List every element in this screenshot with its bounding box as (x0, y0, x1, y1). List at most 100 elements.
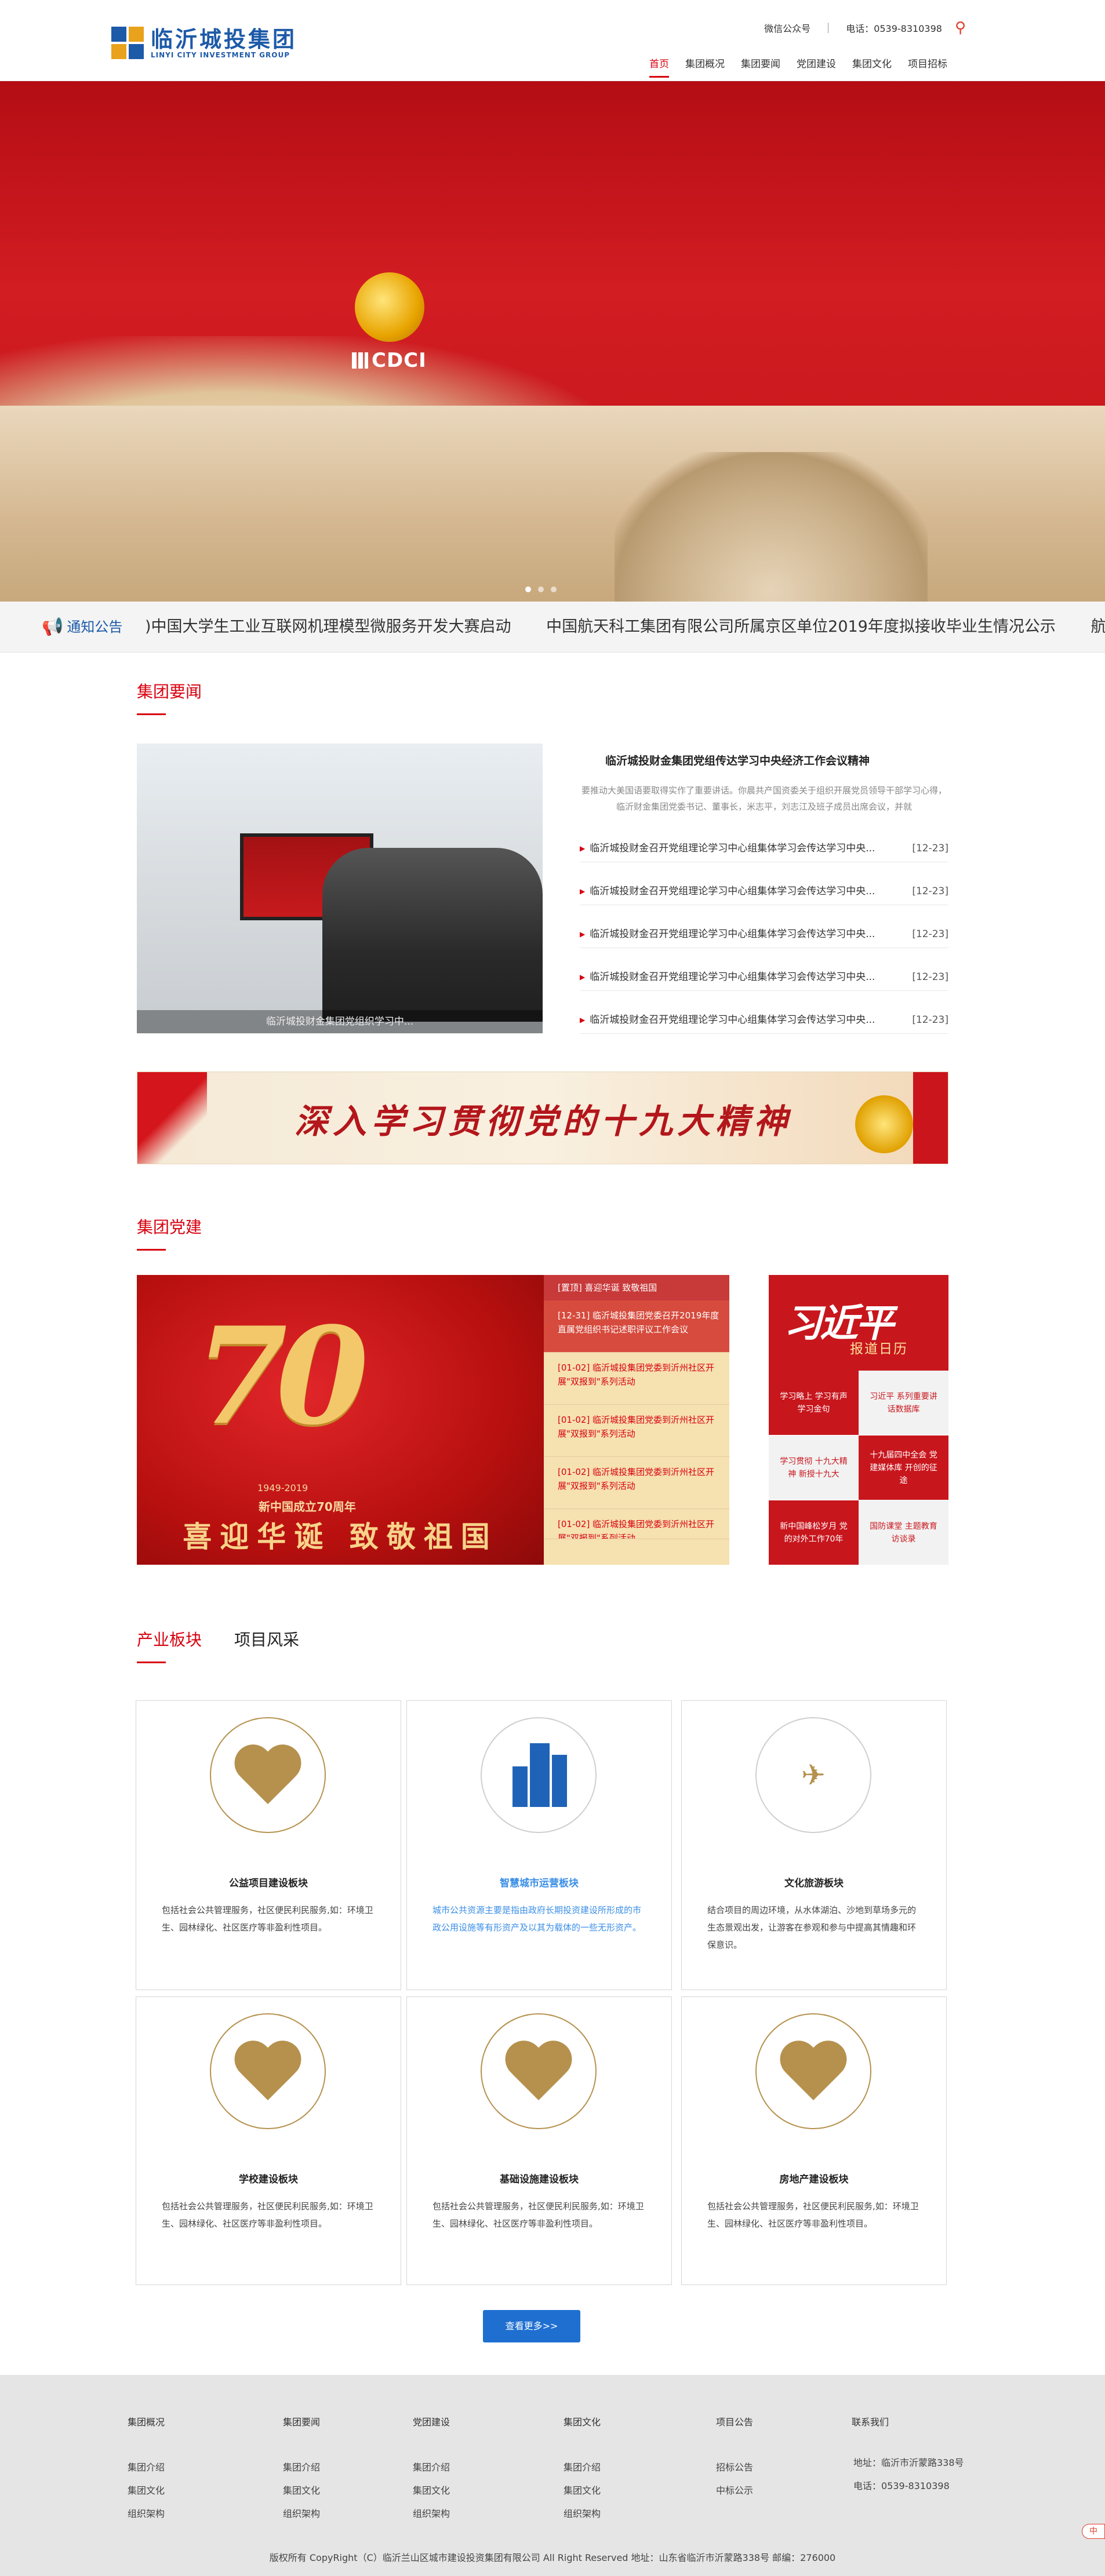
pager-dot[interactable] (551, 586, 557, 592)
notice-item[interactable]: 航天云网平台应用 (1091, 618, 1105, 636)
tab-projects[interactable]: 项目风采 (234, 1627, 299, 1650)
footer-column: 项目公告 招标公告 中标公示 (716, 2414, 753, 2502)
pager-dot[interactable] (525, 586, 531, 592)
industry-card[interactable]: 房地产建设板块 包括社会公共管理服务，社区便民利民服务,如：环境卫生、园林绿化、… (681, 1996, 947, 2285)
notice-item[interactable]: )中国大学生工业互联网机理模型微服务开发大赛启动 (145, 618, 511, 636)
party-emblem-icon (855, 1095, 913, 1153)
industry-card[interactable]: 公益项目建设板块 包括社会公共管理服务，社区便民利民服务,如：环境卫生、园林绿化… (136, 1700, 401, 1990)
news-list-item[interactable]: ▶ 临沂城投财金召开党组理论学习中心组集体学习会传达学习中央... [12-23] (580, 1006, 948, 1034)
pager-dot[interactable] (538, 586, 544, 592)
footer-link[interactable]: 集团介绍 (564, 2456, 601, 2479)
footer-link[interactable]: 组织架构 (564, 2502, 601, 2526)
xi-calendar-cell[interactable]: 国防课堂 主题教育访谈录 (859, 1500, 948, 1565)
banner-statue (615, 452, 928, 602)
footer-heading[interactable]: 项目公告 (716, 2414, 753, 2428)
slogan-text: 深入学习贯彻党的十九大精神 (294, 1102, 792, 1141)
footer-address: 地址：临沂市沂蒙路338号 (853, 2457, 964, 2468)
notice-label: 📢 通知公告 (42, 602, 122, 652)
bullet-icon: ▶ (580, 887, 586, 895)
party-list-head[interactable]: [置顶] 喜迎华诞 致敬祖国 (544, 1275, 729, 1300)
heart-logo-icon (210, 1717, 326, 1833)
footer-contact: 地址：临沂市沂蒙路338号 电话：0539-8310398 (853, 2451, 964, 2498)
view-more-button[interactable]: 查看更多>> (483, 2310, 580, 2342)
nav-item-overview[interactable]: 集团概况 (685, 56, 725, 78)
card-title: 基础设施建设板块 (500, 2174, 579, 2185)
footer-link[interactable]: 集团介绍 (413, 2456, 450, 2479)
party-poster[interactable]: 70 1949-2019 新中国成立70周年 喜迎华诞 致敬祖国 (137, 1275, 544, 1565)
card-title: 公益项目建设板块 (229, 1878, 308, 1889)
footer-column: 集团文化 集团介绍 集团文化 组织架构 (564, 2414, 601, 2526)
poster-motto: 喜迎华诞 致敬祖国 (183, 1520, 498, 1554)
nav-item-party[interactable]: 党团建设 (797, 56, 836, 78)
nav-item-culture[interactable]: 集团文化 (852, 56, 892, 78)
party-list-item[interactable]: [01-02] 临沂城投集团党委到沂州社区开展"双报到"系列活动 (544, 1457, 729, 1509)
footer-link[interactable]: 集团介绍 (283, 2456, 320, 2479)
tab-industry[interactable]: 产业板块 (137, 1627, 202, 1663)
tourism-icon: ✈ (755, 1717, 871, 1833)
hero-banner[interactable]: CDCI (0, 81, 1105, 602)
xi-calendar-cell[interactable]: 新中国峰松岁月 党的对外工作70年 (769, 1500, 859, 1565)
footer-link[interactable]: 招标公告 (716, 2456, 753, 2479)
news-list-item[interactable]: ▶ 临沂城投财金召开党组理论学习中心组集体学习会传达学习中央... [12-23] (580, 963, 948, 991)
party-list-item[interactable]: [01-02] 临沂城投集团党委到沂州社区开展"双报到"系列活动 (544, 1405, 729, 1457)
xi-calendar-cell[interactable]: 学习略上 学习有声 学习金句 (769, 1371, 859, 1435)
footer-link[interactable]: 集团文化 (128, 2479, 165, 2502)
nav-item-home[interactable]: 首页 (649, 56, 669, 78)
xi-calendar-header[interactable]: 习近平 报道日历 (769, 1275, 948, 1371)
card-desc: 结合项目的周边环境，从水体湖泊、沙地到草场多元的生态景观出发，让游客在参观和参与… (707, 1905, 917, 1950)
footer-link[interactable]: 组织架构 (413, 2502, 450, 2526)
phone-text: 电话：0539-8310398 (846, 23, 942, 34)
footer-phone: 电话：0539-8310398 (853, 2480, 950, 2491)
nav-item-news[interactable]: 集团要闻 (741, 56, 780, 78)
news-summary: 要推动大美国语要取得实作了重要讲话。你晨共产国资委关于组织开展党员领导干部学习心… (581, 785, 947, 812)
banner-brand: CDCI (352, 349, 427, 372)
wechat-link[interactable]: 微信公众号 (764, 21, 810, 35)
party-list-item[interactable]: [12-31] 临沂城投集团党委召开2019年度直属党组织书记述职评议工作会议 (544, 1300, 729, 1353)
footer-link[interactable]: 组织架构 (128, 2502, 165, 2526)
footer-heading[interactable]: 集团文化 (564, 2414, 601, 2428)
xi-calendar-cell[interactable]: 十九届四中全会 党建媒体库 开创的征途 (859, 1435, 948, 1500)
footer-link[interactable]: 组织架构 (283, 2502, 320, 2526)
card-desc: 城市公共资源主要是指由政府长期投资建设所形成的市政公用设施等有形资产及以其为载体… (432, 1905, 642, 1933)
xi-calendar-cell[interactable]: 学习贯彻 十九大精神 新授十九大 (769, 1435, 859, 1500)
footer-column: 集团概况 集团介绍 集团文化 组织架构 (128, 2414, 165, 2526)
footer-heading[interactable]: 联系我们 (852, 2414, 889, 2428)
photo-caption: 临沂城投财金集团党组织学习中... (137, 1010, 543, 1033)
party-list-item[interactable]: [01-02] 临沂城投集团党委到沂州社区开展"双报到"系列活动 (544, 1353, 729, 1405)
news-photo[interactable]: 临沂城投财金集团党组织学习中... (137, 744, 543, 1033)
news-list-item[interactable]: ▶ 临沂城投财金召开党组理论学习中心组集体学习会传达学习中央... [12-23] (580, 877, 948, 905)
footer-link[interactable]: 集团介绍 (128, 2456, 165, 2479)
site-header: 临沂城投集团 LINYI CITY INVESTMENT GROUP 微信公众号… (0, 0, 1105, 81)
banner-landscape (0, 406, 1105, 602)
section-title-news: 集团要闻 (137, 679, 202, 715)
card-title: 智慧城市运营板块 (500, 1878, 579, 1889)
news-headline[interactable]: 临沂城投财金集团党组传达学习中央经济工作会议精神 (605, 752, 870, 768)
site-logo[interactable]: 临沂城投集团 LINYI CITY INVESTMENT GROUP (111, 27, 297, 60)
xi-calendar-cell[interactable]: 习近平 系列重要讲话数据库 (859, 1371, 948, 1435)
footer-heading[interactable]: 党团建设 (413, 2414, 450, 2428)
footer-link[interactable]: 集团文化 (564, 2479, 601, 2502)
industry-card[interactable]: 学校建设板块 包括社会公共管理服务，社区便民利民服务,如：环境卫生、园林绿化、社… (136, 1996, 401, 2285)
industry-card[interactable]: 智慧城市运营板块 城市公共资源主要是指由政府长期投资建设所形成的市政公用设施等有… (406, 1700, 672, 1990)
footer-link[interactable]: 中标公示 (716, 2479, 753, 2502)
news-list-item[interactable]: ▶ 临沂城投财金召开党组理论学习中心组集体学习会传达学习中央... [12-23] (580, 920, 948, 948)
notice-ticker: )中国大学生工业互联网机理模型微服务开发大赛启动 中国航天科工集团有限公司所属京… (145, 602, 1105, 652)
footer-heading[interactable]: 集团要闻 (283, 2414, 320, 2428)
slogan-banner[interactable]: 深入学习贯彻党的十九大精神 (137, 1072, 948, 1164)
footer-link[interactable]: 集团文化 (413, 2479, 450, 2502)
building-icon (481, 1717, 597, 1833)
industry-card[interactable]: 基础设施建设板块 包括社会公共管理服务，社区便民利民服务,如：环境卫生、园林绿化… (406, 1996, 672, 2285)
megaphone-icon: 📢 (42, 617, 64, 637)
footer-link[interactable]: 集团文化 (283, 2479, 320, 2502)
main-nav: 首页 集团概况 集团要闻 党团建设 集团文化 项目招标 (633, 56, 947, 78)
footer-heading[interactable]: 集团概况 (128, 2414, 165, 2428)
chat-widget[interactable]: 中 (1082, 2524, 1105, 2539)
card-desc: 包括社会公共管理服务，社区便民利民服务,如：环境卫生、园林绿化、社区医疗等非盈利… (432, 2201, 644, 2229)
news-list-item[interactable]: ▶ 临沂城投财金召开党组理论学习中心组集体学习会传达学习中央... [12-23] (580, 835, 948, 862)
nav-item-bidding[interactable]: 项目招标 (908, 56, 947, 78)
search-icon[interactable]: ⚲ (955, 20, 966, 35)
card-title: 学校建设板块 (239, 2174, 298, 2185)
industry-card[interactable]: ✈ 文化旅游板块 结合项目的周边环境，从水体湖泊、沙地到草场多元的生态景观出发，… (681, 1700, 947, 1990)
party-list-item[interactable]: [01-02] 临沂城投集团党委到沂州社区开展"双报到"系列活动 (544, 1509, 729, 1539)
notice-item[interactable]: 中国航天科工集团有限公司所属京区单位2019年度拟接收毕业生情况公示 (546, 618, 1056, 636)
